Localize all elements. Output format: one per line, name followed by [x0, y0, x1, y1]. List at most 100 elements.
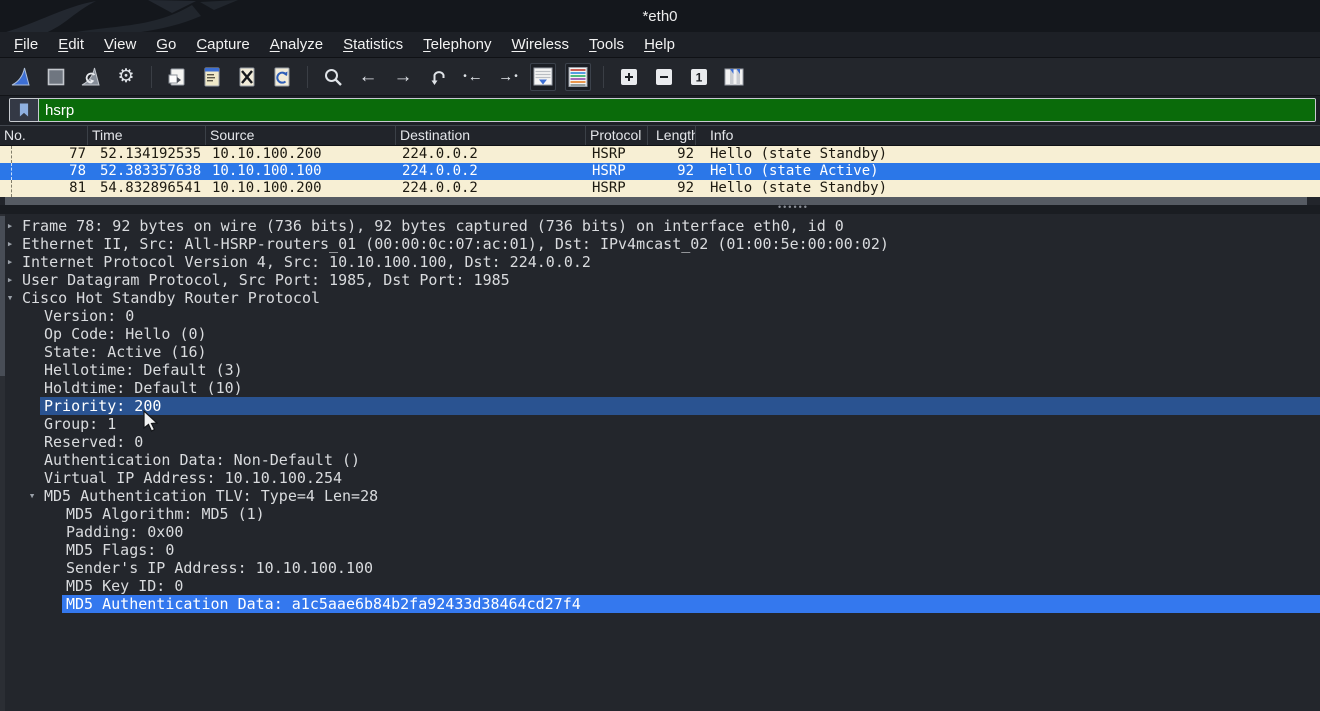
arrow-left-icon: ← [359, 67, 378, 86]
capture-options-button[interactable]: ⚙ [113, 63, 139, 91]
file-binary-icon [200, 65, 224, 89]
detail-md5-padding[interactable]: Padding: 0x00 [62, 523, 1320, 541]
expander-collapsed-icon[interactable]: ▸ [4, 217, 16, 235]
column-header-time[interactable]: Time [88, 126, 206, 145]
menu-capture[interactable]: Capture [186, 34, 259, 55]
zoom-out-icon [652, 65, 676, 89]
menu-wireless[interactable]: Wireless [502, 34, 580, 55]
packet-list-horizontal-scrollbar[interactable] [0, 197, 1320, 205]
expander-collapsed-icon[interactable]: ▸ [4, 235, 16, 253]
detail-hsrp-version[interactable]: Version: 0 [40, 307, 1320, 325]
zoom-in-button[interactable] [616, 63, 642, 91]
splitter-handle-icon: •••••• [778, 202, 809, 212]
detail-hsrp-priority-highlighted[interactable]: Priority: 200 [40, 397, 1320, 415]
go-forward-button[interactable]: → [390, 63, 416, 91]
column-header-protocol[interactable]: Protocol [586, 126, 648, 145]
zoom-one-icon: 1 [687, 65, 711, 89]
detail-hsrp-auth-data[interactable]: Authentication Data: Non-Default () [40, 451, 1320, 469]
close-capture-file-button[interactable] [234, 63, 260, 91]
filter-bar [0, 96, 1320, 125]
file-reload-icon [270, 65, 294, 89]
expander-expanded-icon[interactable]: ▾ [26, 487, 38, 505]
column-header-info[interactable]: Info [696, 126, 1320, 145]
gear-icon: ⚙ [117, 67, 134, 86]
menu-analyze[interactable]: Analyze [260, 34, 333, 55]
open-capture-file-button[interactable] [164, 63, 190, 91]
menu-view[interactable]: View [94, 34, 146, 55]
display-filter-input[interactable] [39, 99, 1315, 121]
column-header-destination[interactable]: Destination [396, 126, 586, 145]
search-icon [322, 66, 344, 88]
detail-hsrp-hellotime[interactable]: Hellotime: Default (3) [40, 361, 1320, 379]
menu-file[interactable]: File [4, 34, 48, 55]
window-title: *eth0 [0, 0, 1320, 32]
file-open-icon [165, 65, 189, 89]
detail-ip[interactable]: ▸Internet Protocol Version 4, Src: 10.10… [18, 253, 1320, 271]
zoom-original-button[interactable]: 1 [686, 63, 712, 91]
detail-ethernet[interactable]: ▸Ethernet II, Src: All-HSRP-routers_01 (… [18, 235, 1320, 253]
detail-md5-flags[interactable]: MD5 Flags: 0 [62, 541, 1320, 559]
go-to-packet-button[interactable] [425, 63, 451, 91]
first-packet-button[interactable]: •← [460, 63, 486, 91]
detail-hsrp-state[interactable]: State: Active (16) [40, 343, 1320, 361]
shark-fin-icon [9, 65, 33, 89]
packet-row-77[interactable]: 77 52.134192535 10.10.100.200 224.0.0.2 … [0, 146, 1320, 163]
toolbar-separator [307, 66, 308, 88]
menu-statistics[interactable]: Statistics [333, 34, 413, 55]
detail-hsrp-holdtime[interactable]: Holdtime: Default (10) [40, 379, 1320, 397]
packet-row-78-selected[interactable]: 78 52.383357638 10.10.100.100 224.0.0.2 … [0, 163, 1320, 180]
detail-md5-algorithm[interactable]: MD5 Algorithm: MD5 (1) [62, 505, 1320, 523]
column-header-no[interactable]: No. [0, 126, 88, 145]
colorize-packets-button[interactable] [565, 63, 591, 91]
menu-edit[interactable]: Edit [48, 34, 94, 55]
stop-square-icon [44, 65, 68, 89]
zoom-in-icon [617, 65, 641, 89]
pane-splitter[interactable]: •••••• [0, 205, 1320, 214]
go-back-button[interactable]: ← [355, 63, 381, 91]
detail-md5-tlv[interactable]: ▾MD5 Authentication TLV: Type=4 Len=28 [40, 487, 1320, 505]
menu-go[interactable]: Go [146, 34, 186, 55]
auto-scroll-list-icon [531, 65, 555, 89]
detail-md5-sender-ip[interactable]: Sender's IP Address: 10.10.100.100 [62, 559, 1320, 577]
filter-bookmark-button[interactable] [10, 99, 39, 121]
title-bar: *eth0 [0, 0, 1320, 32]
detail-hsrp-virtual-ip[interactable]: Virtual IP Address: 10.10.100.254 [40, 469, 1320, 487]
last-packet-button[interactable]: →• [495, 63, 521, 91]
main-toolbar: ⚙ ← → [0, 58, 1320, 96]
find-packet-button[interactable] [320, 63, 346, 91]
detail-hsrp-opcode[interactable]: Op Code: Hello (0) [40, 325, 1320, 343]
toolbar-separator [151, 66, 152, 88]
arrow-right-icon: → [394, 67, 413, 86]
toolbar-separator [603, 66, 604, 88]
menu-tools[interactable]: Tools [579, 34, 634, 55]
bookmark-icon [15, 101, 33, 119]
menu-telephony[interactable]: Telephony [413, 34, 501, 55]
display-filter-field[interactable] [9, 98, 1316, 122]
detail-md5-auth-data-selected[interactable]: MD5 Authentication Data: a1c5aae6b84b2fa… [62, 595, 1320, 613]
save-capture-file-button[interactable] [199, 63, 225, 91]
column-header-length[interactable]: Length [648, 126, 696, 145]
expander-collapsed-icon[interactable]: ▸ [4, 271, 16, 289]
packet-row-81[interactable]: 81 54.832896541 10.10.100.200 224.0.0.2 … [0, 180, 1320, 197]
detail-frame[interactable]: ▸Frame 78: 92 bytes on wire (736 bits), … [18, 217, 1320, 235]
stop-capture-button[interactable] [43, 63, 69, 91]
expander-collapsed-icon[interactable]: ▸ [4, 253, 16, 271]
detail-hsrp[interactable]: ▾Cisco Hot Standby Router Protocol [18, 289, 1320, 307]
expander-expanded-icon[interactable]: ▾ [4, 289, 16, 307]
detail-hsrp-reserved[interactable]: Reserved: 0 [40, 433, 1320, 451]
start-capture-button[interactable] [8, 63, 34, 91]
zoom-out-button[interactable] [651, 63, 677, 91]
menu-help[interactable]: Help [634, 34, 685, 55]
detail-hsrp-group[interactable]: Group: 1 [40, 415, 1320, 433]
detail-md5-key-id[interactable]: MD5 Key ID: 0 [62, 577, 1320, 595]
colorize-list-icon [566, 65, 590, 89]
restart-capture-button[interactable] [78, 63, 104, 91]
scrollbar-thumb[interactable] [5, 197, 1307, 205]
reload-capture-file-button[interactable] [269, 63, 295, 91]
column-header-source[interactable]: Source [206, 126, 396, 145]
jump-arrow-icon [426, 65, 450, 89]
detail-udp[interactable]: ▸User Datagram Protocol, Src Port: 1985,… [18, 271, 1320, 289]
auto-scroll-button[interactable] [530, 63, 556, 91]
resize-columns-button[interactable] [721, 63, 747, 91]
arrow-to-first-icon: •← [463, 69, 483, 84]
